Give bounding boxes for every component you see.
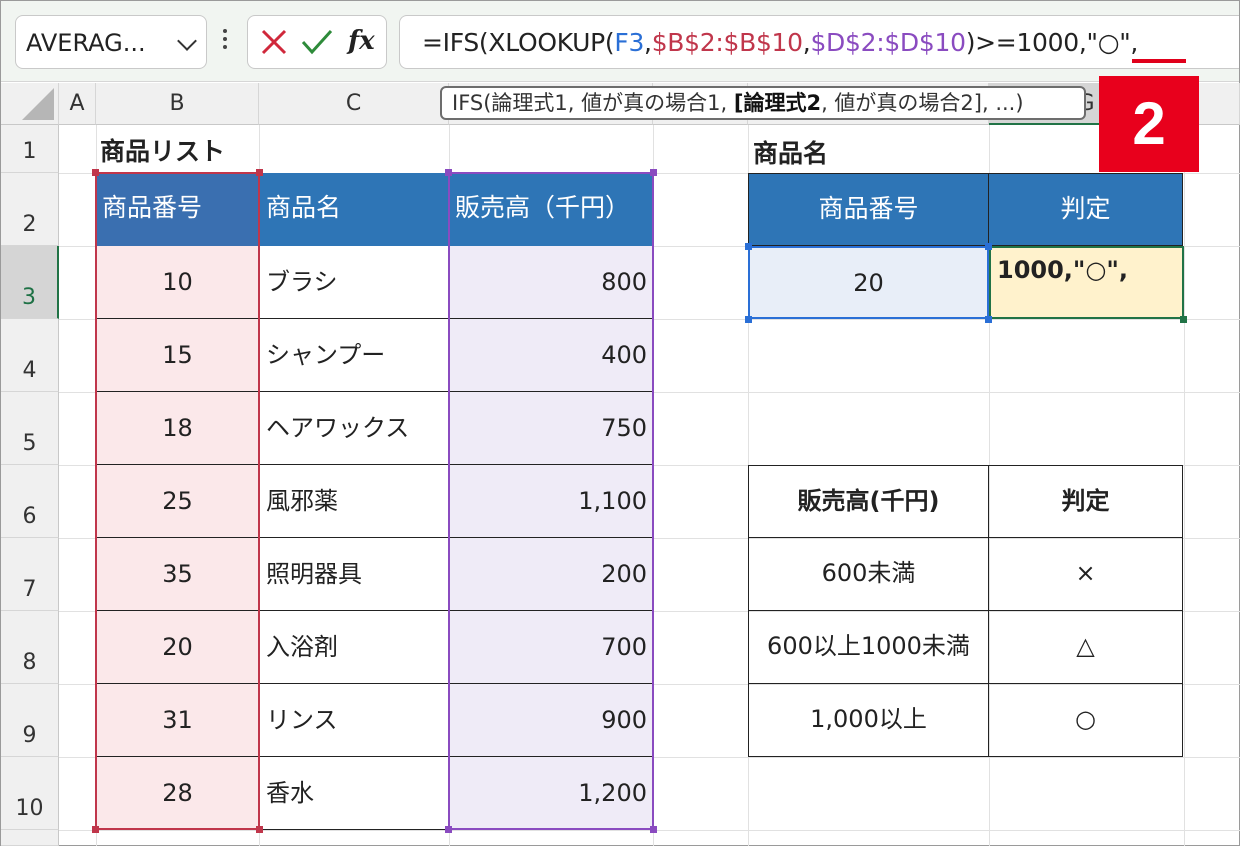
formula-part: ,	[644, 28, 652, 57]
product-number-cell[interactable]: 25	[96, 465, 259, 538]
header-product-name[interactable]: 商品名	[259, 173, 449, 246]
sales-cell[interactable]: 400	[449, 319, 653, 392]
product-number-cell[interactable]: 20	[96, 611, 259, 684]
row-header-11[interactable]	[1, 830, 59, 846]
tooltip-current-arg: [論理式2	[733, 91, 822, 115]
product-number-cell[interactable]: 18	[96, 392, 259, 465]
sales-cell[interactable]: 1,100	[449, 465, 653, 538]
column-header-a[interactable]: A	[59, 83, 96, 125]
row-header-10[interactable]: 10	[1, 757, 59, 830]
sales-cell[interactable]: 1,200	[449, 757, 653, 830]
product-name-cell[interactable]: ブラシ	[259, 246, 449, 319]
check-icon[interactable]	[300, 26, 334, 58]
product-name-cell[interactable]: ヘアワックス	[259, 392, 449, 465]
formula-bar: AVERAG... fx =IFS(XLOOKUP(F3,$B$2:$B$10,…	[1, 1, 1239, 82]
row-header-5[interactable]: 5	[1, 392, 59, 465]
name-box[interactable]: AVERAG...	[15, 15, 207, 69]
product-number-cell[interactable]: 35	[96, 538, 259, 611]
criteria-range-cell[interactable]: 1,000以上	[748, 684, 989, 757]
select-all-button[interactable]	[1, 83, 59, 125]
step-badge: 2	[1099, 76, 1199, 172]
row-header-4[interactable]: 4	[1, 319, 59, 392]
row-number: 9	[22, 723, 37, 748]
product-name-cell[interactable]: 照明器具	[259, 538, 449, 611]
row-number: 10	[15, 796, 44, 821]
criteria-header-judgement[interactable]: 判定	[988, 465, 1183, 538]
highlight-underline	[1132, 59, 1186, 63]
active-editing-cell[interactable]: 1000,"○",	[989, 246, 1184, 319]
criteria-header-sales[interactable]: 販売高(千円)	[748, 465, 989, 538]
formula-buttons: fx	[247, 15, 387, 69]
insert-function-icon[interactable]: fx	[348, 26, 375, 56]
row-number: 7	[22, 577, 37, 602]
sales-cell[interactable]: 900	[449, 684, 653, 757]
row-number: 8	[22, 650, 37, 675]
row-number: 6	[22, 504, 37, 529]
tooltip-text: , 値が真の場合2], ...)	[821, 91, 1024, 115]
name-box-value: AVERAG...	[26, 29, 146, 57]
row-header-7[interactable]: 7	[1, 538, 59, 611]
product-name-cell[interactable]: 入浴剤	[259, 611, 449, 684]
sales-cell[interactable]: 200	[449, 538, 653, 611]
lookup-header-judgement[interactable]: 判定	[989, 173, 1183, 246]
product-number-cell[interactable]: 28	[96, 757, 259, 830]
column-header-c[interactable]: C	[259, 83, 449, 125]
lookup-input-cell[interactable]: 20	[748, 246, 989, 319]
lookup-header-number[interactable]: 商品番号	[748, 173, 989, 246]
tooltip-text: IFS(論理式1, 値が真の場合1,	[452, 91, 734, 115]
formula-ref-b-range: $B$2:$B$10	[651, 28, 803, 57]
row-number: 1	[22, 139, 37, 164]
header-sales[interactable]: 販売高（千円）	[449, 173, 653, 246]
product-number-cell[interactable]: 10	[96, 246, 259, 319]
product-name-cell[interactable]: 風邪薬	[259, 465, 449, 538]
product-number-cell[interactable]: 15	[96, 319, 259, 392]
row-number: 2	[22, 212, 37, 237]
formula-ref-f3: F3	[614, 28, 645, 57]
column-header-b[interactable]: B	[96, 83, 259, 125]
product-list-title: 商品リスト	[100, 137, 226, 166]
sales-cell[interactable]: 700	[449, 611, 653, 684]
formula-part: )>=1000,"○",	[965, 28, 1139, 57]
criteria-mark-cell[interactable]: ○	[988, 684, 1183, 757]
row-number: 4	[22, 358, 37, 383]
row-header-8[interactable]: 8	[1, 611, 59, 684]
product-name-cell[interactable]: 香水	[259, 757, 449, 830]
row-header-6[interactable]: 6	[1, 465, 59, 538]
sales-cell[interactable]: 800	[449, 246, 653, 319]
row-number: 3	[22, 285, 36, 310]
criteria-mark-cell[interactable]: △	[988, 611, 1183, 684]
sales-cell[interactable]: 750	[449, 392, 653, 465]
product-number-cell[interactable]: 31	[96, 684, 259, 757]
function-tooltip: IFS(論理式1, 値が真の場合1, [論理式2, 値が真の場合2], ...)	[440, 86, 1086, 120]
criteria-mark-cell[interactable]: ×	[988, 538, 1183, 611]
product-name-cell[interactable]: リンス	[259, 684, 449, 757]
criteria-range-cell[interactable]: 600以上1000未満	[748, 611, 989, 684]
row-header-2[interactable]: 2	[1, 173, 59, 246]
lookup-title: 商品名	[753, 139, 829, 168]
product-name-cell[interactable]: シャンプー	[259, 319, 449, 392]
formula-input[interactable]: =IFS(XLOOKUP(F3,$B$2:$B$10,$D$2:$D$10)>=…	[399, 15, 1239, 69]
formula-ref-d-range: $D$2:$D$10	[810, 28, 966, 57]
chevron-down-icon[interactable]	[177, 31, 197, 51]
header-product-number[interactable]: 商品番号	[96, 173, 259, 246]
criteria-range-cell[interactable]: 600未満	[748, 538, 989, 611]
row-header-9[interactable]: 9	[1, 684, 59, 757]
row-header-1[interactable]: 1	[1, 125, 59, 173]
x-icon[interactable]	[258, 26, 290, 58]
more-options-icon[interactable]	[223, 29, 227, 51]
row-number: 5	[22, 431, 37, 456]
formula-part: =IFS(XLOOKUP(	[422, 28, 615, 57]
row-header-3[interactable]: 3	[1, 246, 59, 319]
formula-text: =IFS(XLOOKUP(F3,$B$2:$B$10,$D$2:$D$10)>=…	[422, 28, 1138, 57]
